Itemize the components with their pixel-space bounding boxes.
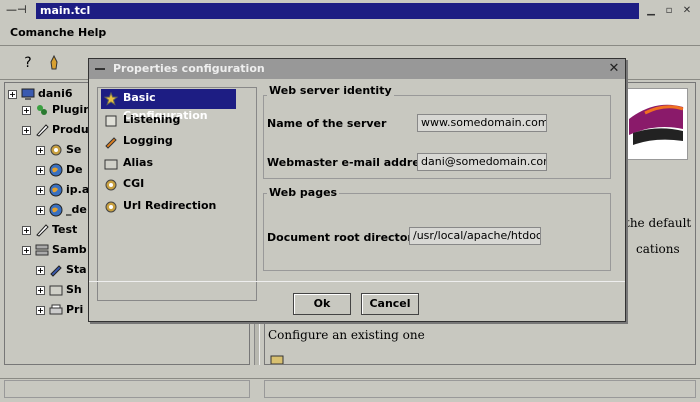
edit-icon [49, 263, 63, 277]
docroot-field[interactable]: /usr/local/apache/htdocs' [409, 227, 541, 245]
tree-item[interactable]: + Samb [22, 240, 87, 260]
maximize-icon[interactable]: ▫ [662, 4, 676, 18]
dialog-title: Properties configuration [113, 62, 265, 75]
docroot-label: Document root directory [267, 231, 420, 244]
tree-item-label: Pri [66, 303, 84, 316]
category-item[interactable]: Alias [101, 154, 251, 174]
gear-icon [104, 200, 118, 214]
pin-icon[interactable]: —⊣ [6, 3, 27, 16]
menu-help[interactable]: Help [78, 26, 106, 39]
webmaster-email-field[interactable]: dani@somedomain.com [417, 153, 547, 171]
tree-expand-icon[interactable]: + [36, 286, 45, 295]
tree-item-label: Sta [66, 263, 87, 276]
globe-icon [49, 183, 63, 197]
cancel-button[interactable]: Cancel [361, 293, 419, 315]
category-label: Url Redirection [123, 198, 217, 212]
tree-item[interactable]: + Test [22, 220, 77, 240]
star-icon [103, 91, 119, 106]
window-title-background [36, 3, 639, 19]
help-icon[interactable]: ? [16, 51, 40, 75]
tree-item-label: Produ [52, 123, 89, 136]
tree-item[interactable]: + Plugins [22, 100, 98, 120]
tree-item-label: _de [66, 203, 87, 216]
tree-expand-icon[interactable]: + [36, 186, 45, 195]
tree-expand-icon[interactable]: + [22, 226, 31, 235]
tree-expand-icon[interactable]: + [8, 90, 17, 99]
pages-group-title: Web pages [267, 186, 340, 199]
tree-item[interactable]: + De [36, 160, 83, 180]
computer-icon [21, 87, 35, 101]
tree-expand-icon[interactable]: + [22, 246, 31, 255]
tree-item-label: Test [52, 223, 78, 236]
category-label: Alias [123, 155, 154, 169]
tree-item[interactable]: + Pri [36, 300, 83, 320]
tree-expand-icon[interactable]: + [22, 126, 31, 135]
book-icon [104, 114, 118, 128]
dialog-close-icon[interactable]: ✕ [606, 61, 622, 77]
tree-item-label: ip.a [66, 183, 90, 196]
tree-item[interactable]: + ip.a [36, 180, 89, 200]
category-label: Listening [123, 112, 181, 126]
category-item[interactable]: Url Redirection [101, 197, 251, 217]
category-item[interactable]: CGI [101, 175, 251, 195]
identity-group-title: Web server identity [267, 84, 394, 97]
content-snippet-locations: cations [636, 242, 680, 256]
tree-expand-icon[interactable]: + [36, 266, 45, 275]
tree-expand-icon[interactable]: + [36, 146, 45, 155]
gear-icon [49, 143, 63, 157]
tree-item[interactable]: + Produ [22, 120, 89, 140]
plugin-icon [35, 103, 49, 117]
tree-item-label: Se [66, 143, 82, 156]
category-item[interactable]: Logging [101, 132, 251, 152]
globe-icon [49, 203, 63, 217]
network-icon [35, 243, 49, 257]
save-icon[interactable] [42, 51, 66, 75]
category-label: CGI [123, 177, 145, 190]
tree-item[interactable]: + Sta [36, 260, 87, 280]
server-name-field[interactable]: www.somedomain.com [417, 114, 547, 132]
gear-icon [104, 178, 118, 192]
configure-existing-text[interactable]: Configure an existing one [268, 328, 425, 342]
folder-icon [49, 283, 63, 297]
folder-icon [104, 157, 118, 171]
minimize-icon[interactable]: ▁ [644, 4, 658, 18]
tree-item-label: Sh [66, 283, 82, 296]
server-name-label: Name of the server [267, 117, 387, 130]
properties-dialog: Properties configuration ✕ Basic Configu… [88, 58, 626, 322]
tree-item-label: Samb [52, 243, 87, 256]
tree-item[interactable]: + _de [36, 200, 87, 220]
printer-icon [49, 303, 63, 317]
content-snippet-default: the default [625, 216, 692, 230]
pen-icon [35, 223, 49, 237]
category-label: Logging [123, 134, 173, 147]
tree-hscrollbar[interactable] [4, 380, 250, 398]
globe-icon [49, 163, 63, 177]
tree-item[interactable]: + Se [36, 140, 81, 160]
apache-logo [624, 88, 688, 160]
close-window-icon[interactable]: ✕ [680, 4, 694, 18]
dialog-menu-icon[interactable] [95, 68, 105, 70]
tree-expand-icon[interactable]: + [36, 166, 45, 175]
category-item[interactable]: Basic Configuration [101, 89, 236, 122]
pen-icon [35, 123, 49, 137]
tree-item[interactable]: + Sh [36, 280, 82, 300]
tree-item-label: dani6 [38, 87, 73, 100]
dialog-divider [89, 281, 625, 282]
tree-expand-icon[interactable]: + [36, 306, 45, 315]
email-label: Webmaster e-mail address [267, 156, 433, 169]
content-hscrollbar[interactable] [264, 380, 696, 398]
tree-expand-icon[interactable]: + [36, 206, 45, 215]
menu-comanche[interactable]: Comanche [10, 26, 74, 39]
category-item[interactable]: Listening [101, 111, 251, 131]
tree-item-label: De [66, 163, 83, 176]
window-title: main.tcl [40, 4, 91, 17]
folder-icon [270, 354, 284, 365]
pencil-icon [104, 135, 118, 149]
ok-button[interactable]: Ok [293, 293, 351, 315]
tree-expand-icon[interactable]: + [22, 106, 31, 115]
